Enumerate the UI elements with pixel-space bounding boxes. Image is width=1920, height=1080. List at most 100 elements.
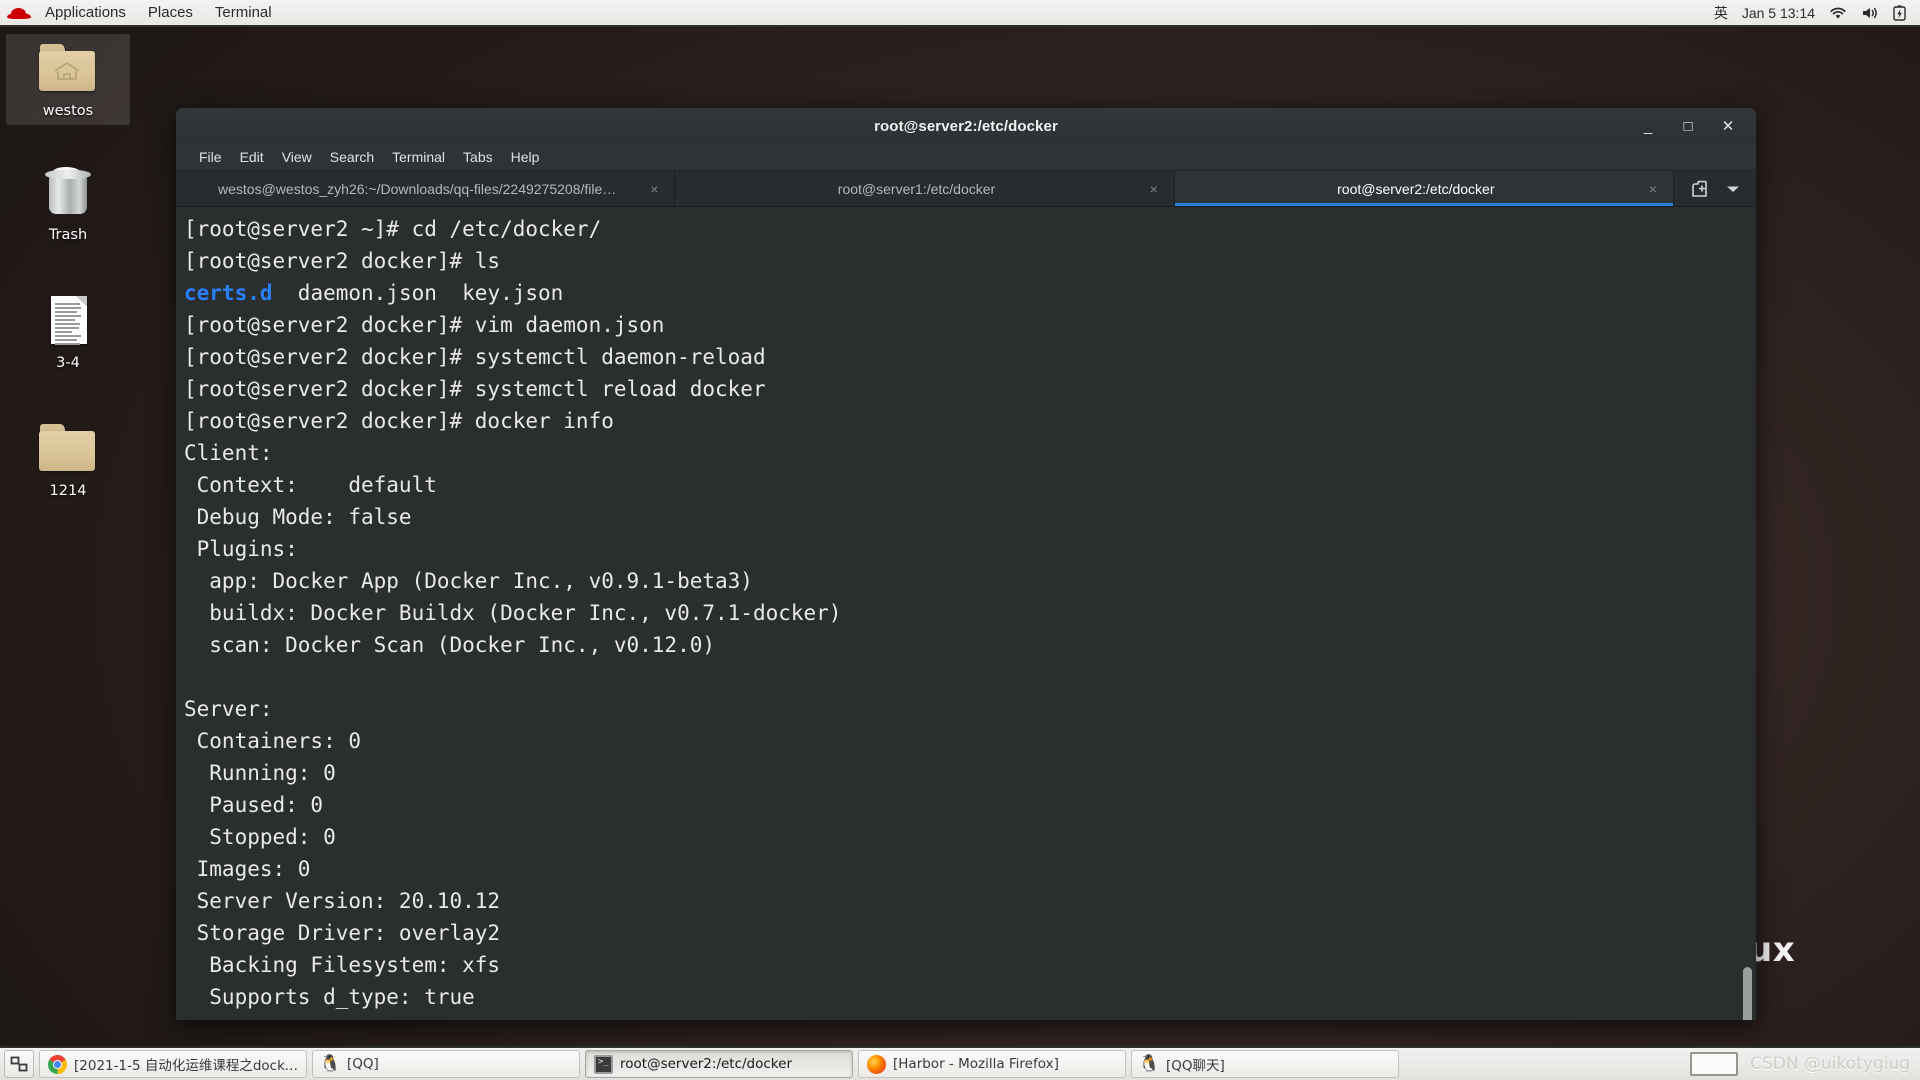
desktop-icon-3-4[interactable]: 3-4 bbox=[6, 286, 130, 377]
taskbar: [2021-1-5 自动化运维课程之docker… 🐧 [QQ] >_ root… bbox=[0, 1046, 1920, 1080]
desktop-icon-westos[interactable]: westos bbox=[6, 34, 130, 125]
menu-view[interactable]: View bbox=[273, 147, 321, 167]
tab-title: root@server2:/etc/docker bbox=[1337, 180, 1495, 197]
menu-search[interactable]: Search bbox=[321, 147, 383, 167]
taskbar-item-label: [Harbor - Mozilla Firefox] bbox=[893, 1056, 1059, 1072]
clock[interactable]: Jan 5 13:14 bbox=[1742, 5, 1815, 21]
taskbar-item-label: [2021-1-5 自动化运维课程之docker… bbox=[74, 1058, 298, 1074]
taskbar-item-label: [QQ聊天] bbox=[1166, 1058, 1225, 1074]
terminal-line: Supports d_type: true bbox=[184, 985, 475, 1009]
terminal-line: [root@server2 docker]# vim daemon.json bbox=[184, 313, 665, 337]
folder-icon bbox=[37, 420, 99, 478]
maximize-button[interactable]: □ bbox=[1680, 118, 1696, 134]
tab-close-icon[interactable]: × bbox=[646, 181, 662, 197]
tab-strip: westos@westos_zyh26:~/Downloads/qq-files… bbox=[176, 171, 1756, 207]
wifi-icon[interactable] bbox=[1829, 6, 1847, 20]
terminal-segment: certs.d bbox=[184, 281, 273, 305]
terminal-tab-2[interactable]: root@server1:/etc/docker × bbox=[675, 171, 1175, 206]
desktop-icon-1214[interactable]: 1214 bbox=[6, 414, 130, 505]
top-panel: Applications Places Terminal 英 Jan 5 13:… bbox=[0, 0, 1920, 27]
battery-icon[interactable] bbox=[1893, 4, 1906, 21]
home-glyph-icon bbox=[54, 62, 80, 80]
top-panel-status-area: 英 Jan 5 13:14 bbox=[1714, 3, 1920, 23]
terminal-line: Stopped: 0 bbox=[184, 825, 336, 849]
tab-title: westos@westos_zyh26:~/Downloads/qq-files… bbox=[218, 180, 617, 197]
panel-menu-terminal[interactable]: Terminal bbox=[204, 2, 283, 23]
terminal-line: Debug Mode: false bbox=[184, 505, 412, 529]
window-controls: _ □ ✕ bbox=[1640, 118, 1756, 134]
workspace-switcher[interactable] bbox=[1690, 1052, 1739, 1076]
terminal-line: Client: bbox=[184, 441, 273, 465]
menu-file[interactable]: File bbox=[190, 147, 231, 167]
menu-help[interactable]: Help bbox=[502, 147, 549, 167]
terminal-line: Backing Filesystem: xfs bbox=[184, 953, 501, 977]
chrome-icon bbox=[48, 1054, 67, 1074]
terminal-icon: >_ bbox=[594, 1054, 613, 1074]
menu-bar: File Edit View Search Terminal Tabs Help bbox=[176, 144, 1756, 171]
desktop-icon-label: 3-4 bbox=[56, 355, 80, 371]
show-desktop-icon bbox=[10, 1056, 28, 1072]
watermark: CSDN @uikotygiug bbox=[1750, 1054, 1910, 1074]
show-desktop-button[interactable] bbox=[4, 1050, 34, 1078]
qq-icon: 🐧 bbox=[1138, 1054, 1161, 1073]
taskbar-right-area: CSDN @uikotygiug bbox=[1690, 1052, 1916, 1076]
terminal-line: Containers: 0 bbox=[184, 729, 362, 753]
menu-tabs[interactable]: Tabs bbox=[454, 147, 502, 167]
terminal-line: Context: default bbox=[184, 473, 437, 497]
panel-menu-places[interactable]: Places bbox=[137, 2, 204, 23]
window-title: root@server2:/etc/docker bbox=[874, 117, 1058, 135]
panel-menu-applications[interactable]: Applications bbox=[34, 2, 137, 23]
terminal-line: Running: 0 bbox=[184, 761, 336, 785]
terminal-line: scan: Docker Scan (Docker Inc., v0.12.0) bbox=[184, 633, 716, 657]
terminal-segment: daemon.json key.json bbox=[272, 281, 564, 305]
terminal-line: [root@server2 docker]# systemctl reload … bbox=[184, 377, 766, 401]
taskbar-item-label: [QQ] bbox=[347, 1056, 379, 1072]
terminal-line: Paused: 0 bbox=[184, 793, 324, 817]
terminal-line: buildx: Docker Buildx (Docker Inc., v0.7… bbox=[184, 601, 842, 625]
terminal-line: Server: bbox=[184, 697, 273, 721]
firefox-icon bbox=[867, 1054, 886, 1074]
trash-icon bbox=[37, 164, 99, 222]
menu-edit[interactable]: Edit bbox=[231, 147, 273, 167]
terminal-output-area[interactable]: [root@server2 ~]# cd /etc/docker/ [root@s… bbox=[176, 207, 1756, 1020]
taskbar-item-label: root@server2:/etc/docker bbox=[620, 1056, 792, 1072]
terminal-line: Storage Driver: overlay2 bbox=[184, 921, 501, 945]
menu-terminal[interactable]: Terminal bbox=[383, 147, 454, 167]
desktop-icon-trash[interactable]: Trash bbox=[6, 158, 130, 249]
taskbar-item-qq-chat[interactable]: 🐧 [QQ聊天] bbox=[1131, 1050, 1399, 1078]
desktop-icon-label: Trash bbox=[48, 227, 88, 243]
document-icon bbox=[37, 292, 99, 350]
new-tab-icon[interactable] bbox=[1690, 180, 1710, 198]
terminal-line: Plugins: bbox=[184, 537, 298, 561]
window-title-bar[interactable]: root@server2:/etc/docker _ □ ✕ bbox=[176, 108, 1756, 144]
terminal-tab-1[interactable]: westos@westos_zyh26:~/Downloads/qq-files… bbox=[176, 171, 676, 206]
terminal-scrollbar[interactable] bbox=[1743, 207, 1752, 1020]
input-method-indicator[interactable]: 英 bbox=[1714, 3, 1728, 23]
scrollbar-thumb[interactable] bbox=[1743, 967, 1752, 1020]
volume-icon[interactable] bbox=[1861, 6, 1879, 20]
terminal-line: [root@server2 ~]# cd /etc/docker/ bbox=[184, 217, 602, 241]
taskbar-item-firefox[interactable]: [Harbor - Mozilla Firefox] bbox=[858, 1050, 1126, 1078]
chevron-down-icon[interactable] bbox=[1726, 184, 1740, 194]
taskbar-item-qq[interactable]: 🐧 [QQ] bbox=[312, 1050, 580, 1078]
tab-close-icon[interactable]: × bbox=[1146, 181, 1162, 197]
close-button[interactable]: ✕ bbox=[1720, 118, 1736, 134]
tab-actions bbox=[1673, 171, 1756, 206]
desktop-icon-label: 1214 bbox=[49, 483, 87, 499]
redhat-logo-icon[interactable] bbox=[6, 3, 32, 23]
terminal-line: certs.d daemon.json key.json bbox=[184, 277, 1756, 309]
terminal-window: root@server2:/etc/docker _ □ ✕ File Edit… bbox=[176, 108, 1756, 1020]
home-folder-icon bbox=[37, 40, 99, 98]
qq-icon: 🐧 bbox=[319, 1054, 342, 1073]
tab-close-icon[interactable]: × bbox=[1645, 181, 1661, 197]
terminal-tab-3[interactable]: root@server2:/etc/docker × bbox=[1174, 171, 1674, 206]
minimize-button[interactable]: _ bbox=[1640, 118, 1656, 134]
taskbar-item-chrome[interactable]: [2021-1-5 自动化运维课程之docker… bbox=[39, 1050, 307, 1078]
taskbar-item-terminal[interactable]: >_ root@server2:/etc/docker bbox=[585, 1050, 853, 1078]
terminal-line: Images: 0 bbox=[184, 857, 311, 881]
terminal-text: [root@server2 ~]# cd /etc/docker/ [root@s… bbox=[180, 213, 1756, 1013]
tab-title: root@server1:/etc/docker bbox=[837, 180, 996, 197]
terminal-line: [root@server2 docker]# docker info bbox=[184, 409, 614, 433]
terminal-line: app: Docker App (Docker Inc., v0.9.1-bet… bbox=[184, 569, 753, 593]
